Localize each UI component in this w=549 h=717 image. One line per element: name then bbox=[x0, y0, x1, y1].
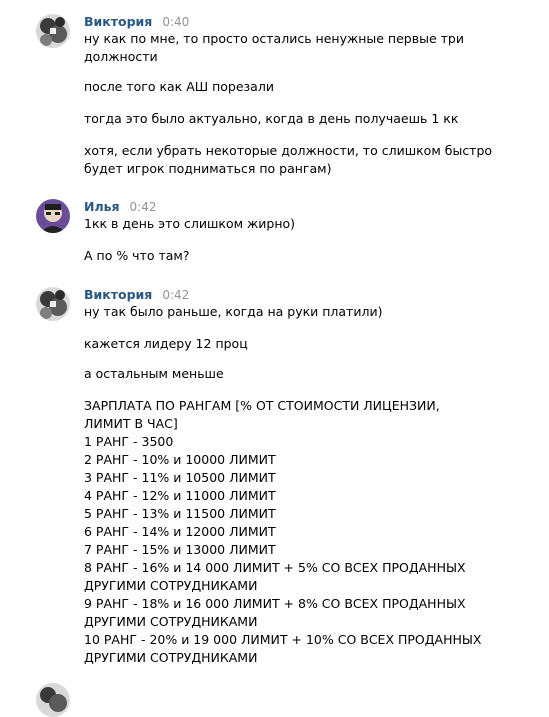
avatar[interactable] bbox=[36, 199, 70, 233]
message-header: Виктория 0:42 bbox=[84, 287, 189, 303]
message-header: Илья 0:42 bbox=[84, 199, 156, 215]
victoria-avatar-icon bbox=[36, 287, 70, 321]
message-text: А по % что там? bbox=[84, 248, 190, 263]
message-text: 3 РАНГ - 11% и 10500 ЛИМИТ bbox=[84, 470, 276, 485]
message-text: 4 РАНГ - 12% и 11000 ЛИМИТ bbox=[84, 488, 276, 503]
message-text: ЛИМИТ В ЧАС] bbox=[84, 416, 178, 431]
message-text: после того как АШ порезали bbox=[84, 79, 274, 94]
message-text: будет игрок подниматься по рангам) bbox=[84, 161, 332, 176]
author-name[interactable]: Виктория bbox=[84, 287, 152, 302]
message-text: ЗАРПЛАТА ПО РАНГАМ [% ОТ СТОИМОСТИ ЛИЦЕН… bbox=[84, 398, 440, 413]
ilya-avatar-icon bbox=[36, 199, 70, 233]
author-name[interactable]: Виктория bbox=[84, 14, 152, 29]
message-text: ДРУГИМИ СОТРУДНИКАМИ bbox=[84, 578, 258, 593]
message-time[interactable]: 0:42 bbox=[130, 200, 157, 214]
message-text: 6 РАНГ - 14% и 12000 ЛИМИТ bbox=[84, 524, 276, 539]
message-text: 7 РАНГ - 15% и 13000 ЛИМИТ bbox=[84, 542, 276, 557]
message-text: ДРУГИМИ СОТРУДНИКАМИ bbox=[84, 650, 258, 665]
message-text: хотя, если убрать некоторые должности, т… bbox=[84, 143, 493, 158]
message-text: ну как по мне, то просто остались ненужн… bbox=[84, 31, 464, 46]
message-text: ну так было раньше, когда на руки платил… bbox=[84, 304, 383, 319]
message-text: ДРУГИМИ СОТРУДНИКАМИ bbox=[84, 614, 258, 629]
message-text: 9 РАНГ - 18% и 16 000 ЛИМИТ + 8% СО ВСЕХ… bbox=[84, 596, 466, 611]
message-text: 2 РАНГ - 10% и 10000 ЛИМИТ bbox=[84, 452, 276, 467]
avatar[interactable] bbox=[36, 287, 70, 321]
victoria-avatar-icon bbox=[36, 683, 70, 717]
message-text: кажется лидеру 12 проц bbox=[84, 336, 248, 351]
message-text: 10 РАНГ - 20% и 19 000 ЛИМИТ + 10% СО ВС… bbox=[84, 632, 482, 647]
message-text: 5 РАНГ - 13% и 11500 ЛИМИТ bbox=[84, 506, 276, 521]
message-text: 1кк в день это слишком жирно) bbox=[84, 216, 296, 231]
avatar[interactable] bbox=[36, 683, 70, 717]
message-text: должности bbox=[84, 49, 158, 64]
victoria-avatar-icon bbox=[36, 14, 70, 48]
message-text: 1 РАНГ - 3500 bbox=[84, 434, 174, 449]
message-text: тогда это было актуально, когда в день п… bbox=[84, 111, 459, 126]
author-name[interactable]: Илья bbox=[84, 199, 120, 214]
message-header: Виктория 0:40 bbox=[84, 14, 189, 30]
message-text: 8 РАНГ - 16% и 14 000 ЛИМИТ + 5% СО ВСЕХ… bbox=[84, 560, 466, 575]
message-time[interactable]: 0:42 bbox=[162, 288, 189, 302]
message-text: а остальным меньше bbox=[84, 366, 224, 381]
message-time[interactable]: 0:40 bbox=[162, 15, 189, 29]
avatar[interactable] bbox=[36, 14, 70, 48]
